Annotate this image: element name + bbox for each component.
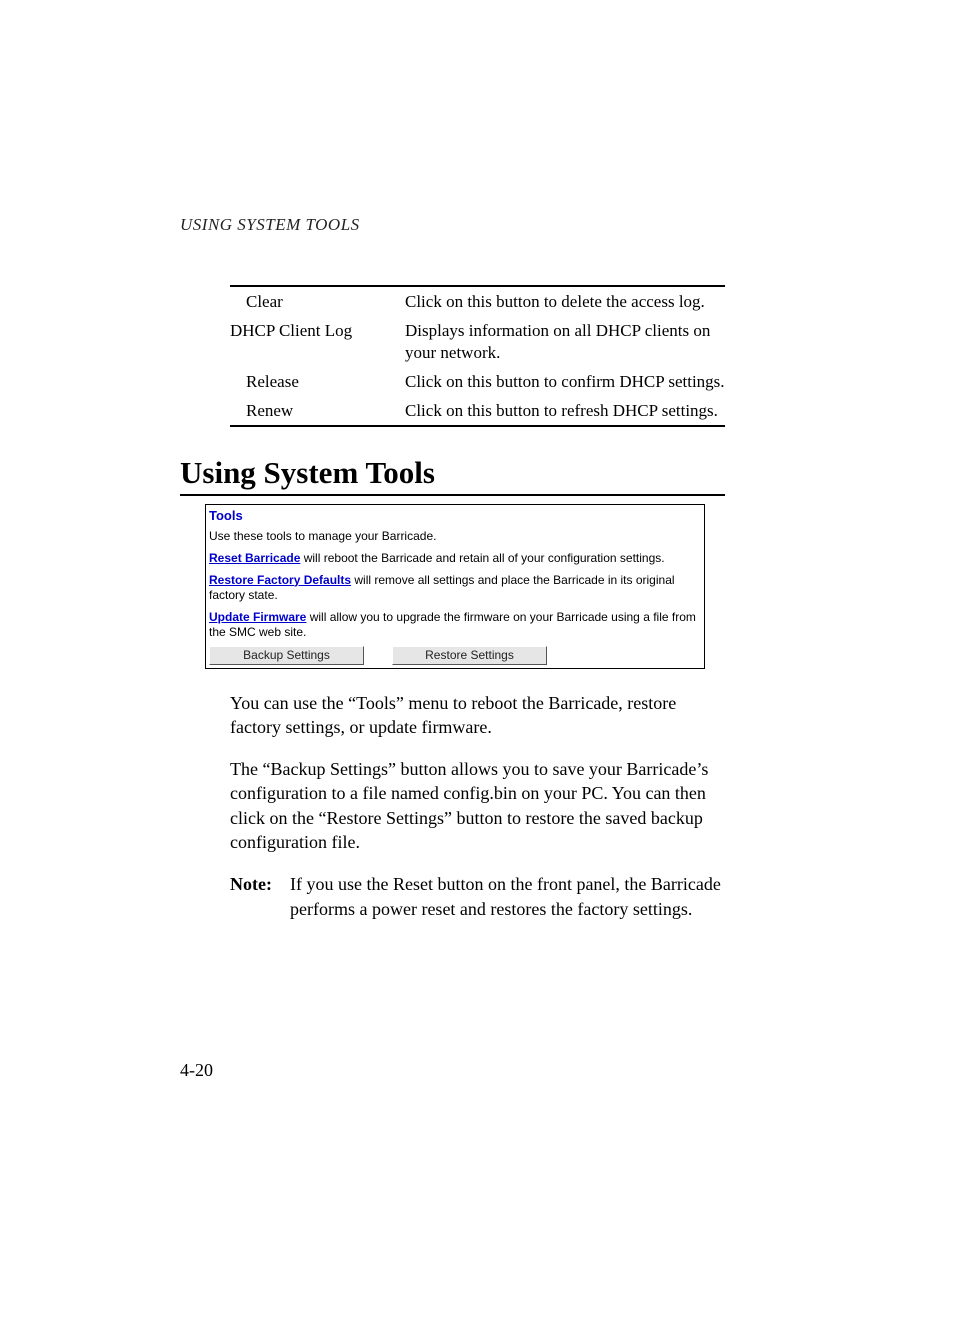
table-row: DHCP Client Log Displays information on … xyxy=(230,316,725,367)
note-text: If you use the Reset button on the front… xyxy=(290,872,730,921)
restore-factory-defaults-link[interactable]: Restore Factory Defaults xyxy=(209,573,351,587)
table-cell-desc: Click on this button to refresh DHCP set… xyxy=(405,396,725,426)
table-cell-label: DHCP Client Log xyxy=(230,316,405,367)
section-heading: Using System Tools xyxy=(180,455,725,496)
tools-item: Restore Factory Defaults will remove all… xyxy=(206,570,704,607)
tools-panel: Tools Use these tools to manage your Bar… xyxy=(205,504,705,668)
table-row: Clear Click on this button to delete the… xyxy=(230,286,725,316)
tools-button-row: Backup Settings Restore Settings xyxy=(206,644,704,668)
table-cell-desc: Click on this button to confirm DHCP set… xyxy=(405,367,725,396)
reset-barricade-link[interactable]: Reset Barricade xyxy=(209,551,300,565)
restore-settings-button[interactable]: Restore Settings xyxy=(392,646,547,665)
reference-table: Clear Click on this button to delete the… xyxy=(230,285,725,427)
tools-item: Reset Barricade will reboot the Barricad… xyxy=(206,548,704,570)
table-cell-label: Renew xyxy=(230,396,405,426)
table-cell-label: Clear xyxy=(230,286,405,316)
running-head: USING SYSTEM TOOLS xyxy=(180,215,784,235)
table-row: Renew Click on this button to refresh DH… xyxy=(230,396,725,426)
tools-intro: Use these tools to manage your Barricade… xyxy=(206,526,704,548)
backup-settings-button[interactable]: Backup Settings xyxy=(209,646,364,665)
tools-title: Tools xyxy=(206,505,704,525)
tools-item-text: will reboot the Barricade and retain all… xyxy=(300,551,664,565)
note-block: Note: If you use the Reset button on the… xyxy=(230,872,730,921)
table-row: Release Click on this button to confirm … xyxy=(230,367,725,396)
note-label: Note: xyxy=(230,872,290,921)
update-firmware-link[interactable]: Update Firmware xyxy=(209,610,306,624)
table-cell-label: Release xyxy=(230,367,405,396)
body-paragraph: The “Backup Settings” button allows you … xyxy=(230,757,730,854)
body-paragraph: You can use the “Tools” menu to reboot t… xyxy=(230,691,730,740)
page-number: 4-20 xyxy=(180,1060,213,1081)
table-cell-desc: Click on this button to delete the acces… xyxy=(405,286,725,316)
tools-item: Update Firmware will allow you to upgrad… xyxy=(206,607,704,644)
table-cell-desc: Displays information on all DHCP clients… xyxy=(405,316,725,367)
